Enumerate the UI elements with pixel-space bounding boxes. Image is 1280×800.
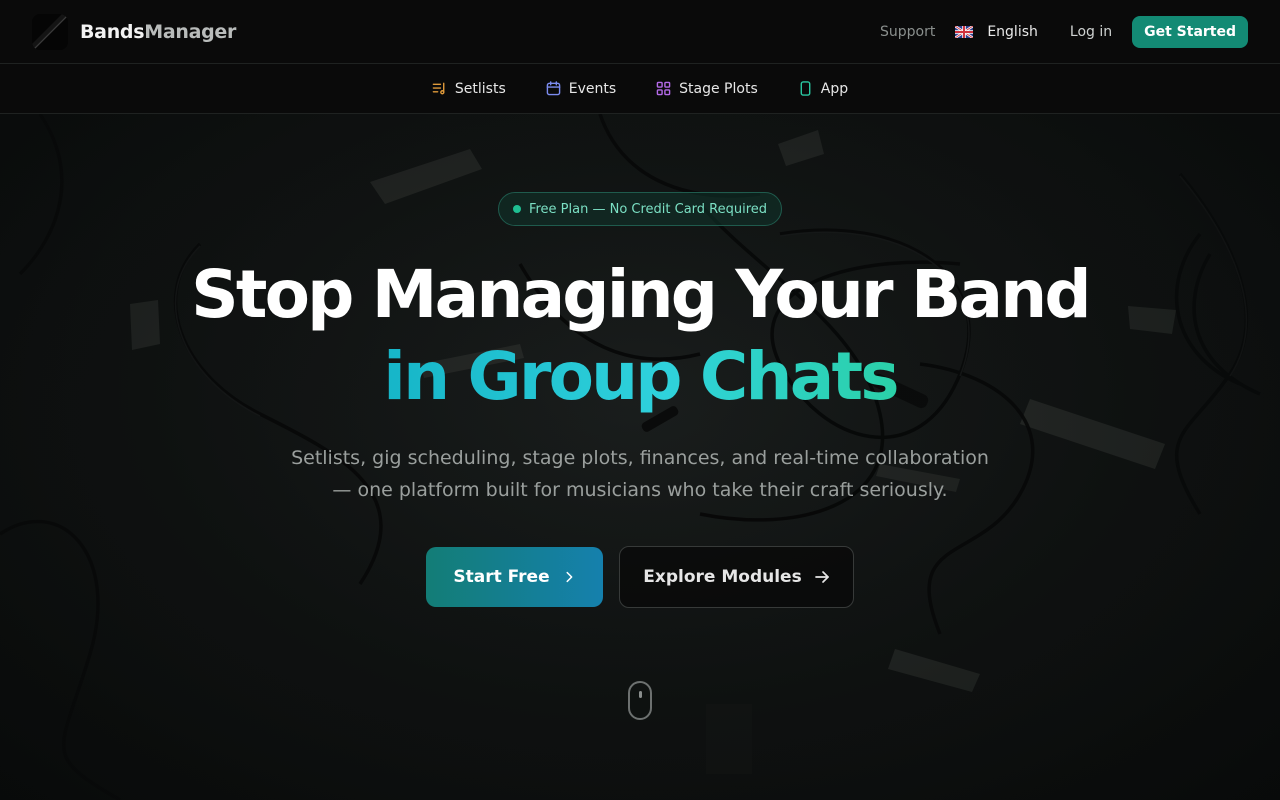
module-nav-label: Events [568,80,617,97]
free-plan-badge: Free Plan — No Credit Card Required [498,192,782,226]
hero-subcopy-line1: Setlists, gig scheduling, stage plots, f… [291,447,989,469]
scroll-wheel [639,691,642,698]
module-nav-label: App [820,80,849,97]
setlist-icon [432,82,445,95]
status-dot-icon [512,205,521,213]
module-nav-label: Setlists [454,80,506,97]
top-header: BandsManager Support English Log in Get … [0,0,1280,64]
brand-name: BandsManager [80,20,237,43]
grid-icon [656,81,671,96]
start-free-label: Start Free [453,567,550,587]
header-actions: Support English Log in Get Started [880,15,1248,48]
language-selector[interactable]: English [955,24,1038,40]
hero-subcopy-line2: — one platform built for musicians who t… [332,479,948,501]
module-nav-events[interactable]: Events [546,81,616,97]
login-link[interactable]: Log in [1070,24,1112,40]
scroll-mouse-icon[interactable] [628,681,652,720]
hero-headline-accent-text: in Group Chats [383,338,899,415]
start-free-button[interactable]: Start Free [426,547,603,607]
brand-logo [32,13,68,50]
calendar-icon [546,81,561,96]
module-nav-setlists[interactable]: Setlists [432,81,506,97]
hero-subcopy: Setlists, gig scheduling, stage plots, f… [290,442,990,506]
language-label: English [987,23,1038,40]
hero-section: Free Plan — No Credit Card Required Stop… [0,114,1280,800]
brand[interactable]: BandsManager [32,13,237,50]
explore-modules-label: Explore Modules [643,567,802,587]
module-nav-app[interactable]: App [798,81,848,97]
badge-text: Free Plan — No Credit Card Required [528,201,768,217]
module-nav-label: Stage Plots [679,80,758,97]
uk-flag-icon [955,25,974,38]
support-link[interactable]: Support [880,24,935,40]
arrow-right-icon [814,571,829,583]
module-nav: Setlists Events Stage Plots App [0,64,1280,114]
hero-headline-accent: in Group Chats [0,336,1280,418]
hero-headline: Stop Managing Your Band [191,256,1092,333]
get-started-button[interactable]: Get Started [1132,15,1248,48]
smartphone-icon [800,81,811,96]
explore-modules-button[interactable]: Explore Modules [619,546,854,608]
chevron-right-icon [566,571,573,583]
module-nav-stage-plots[interactable]: Stage Plots [656,81,758,97]
